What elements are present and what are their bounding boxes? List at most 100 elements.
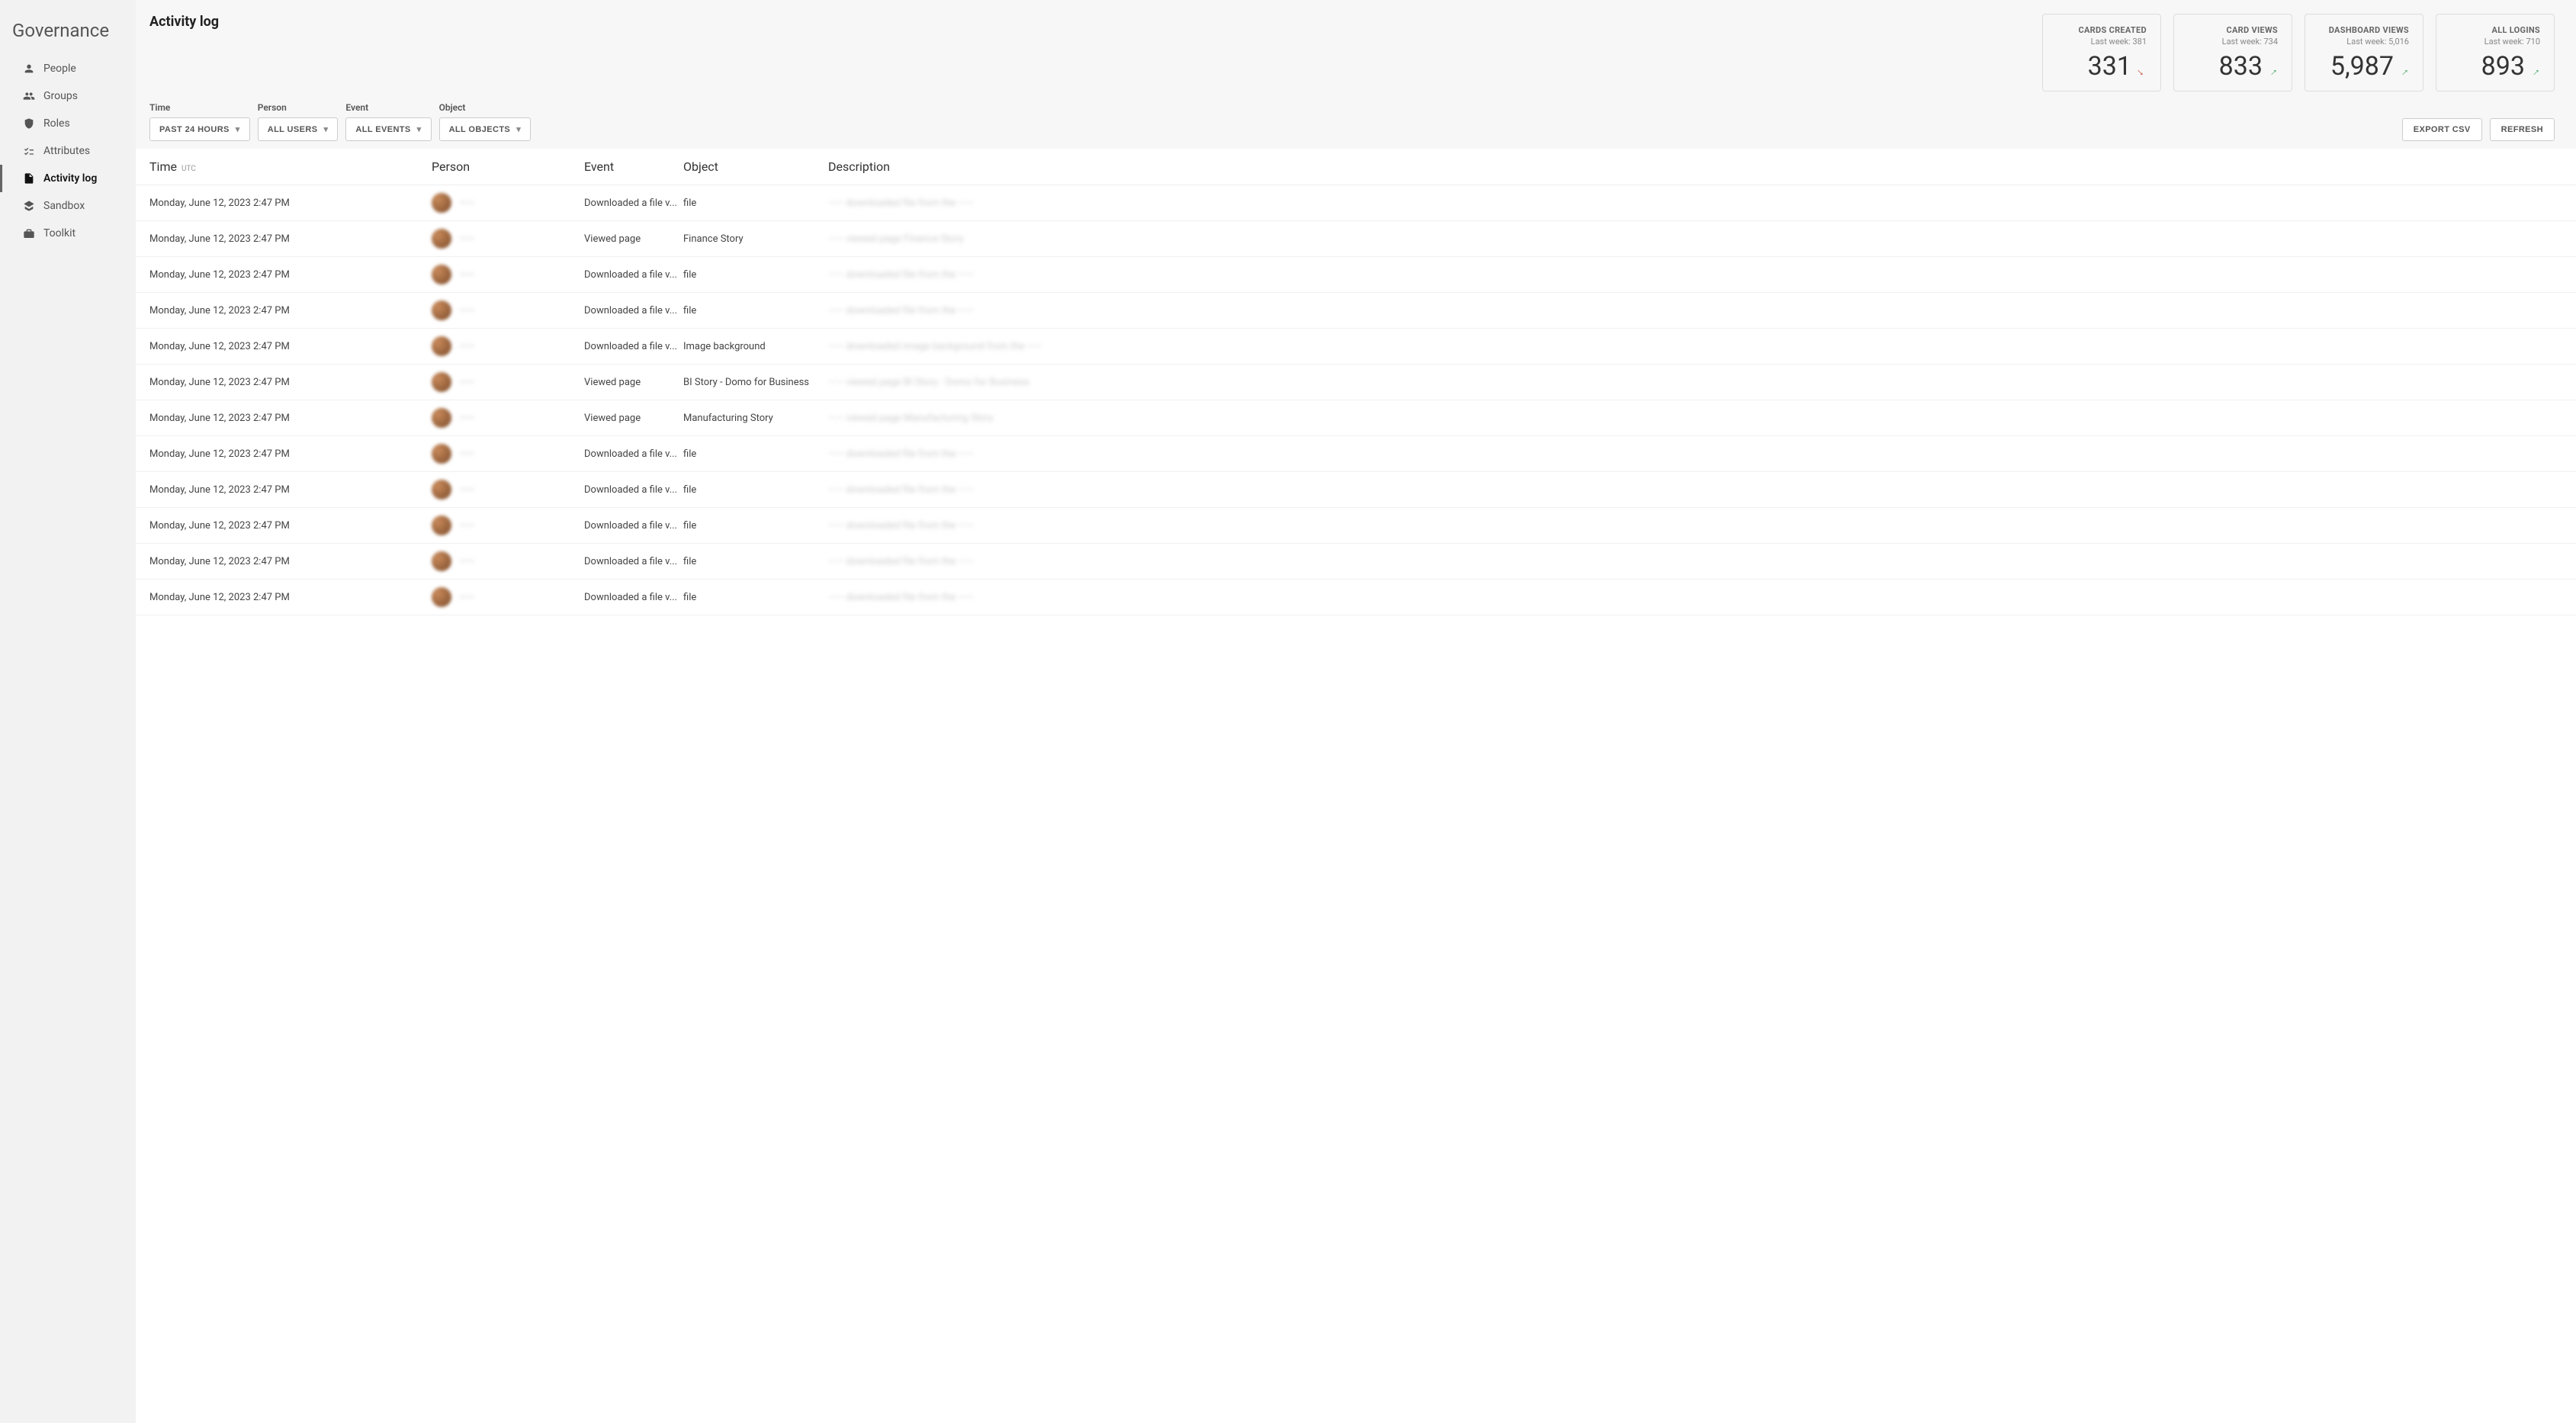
avatar [432, 372, 451, 392]
table-row[interactable]: Monday, June 12, 2023 2:47 PM——Downloade… [136, 185, 2576, 221]
column-header-object[interactable]: Object [683, 159, 828, 174]
table-row[interactable]: Monday, June 12, 2023 2:47 PM——Viewed pa… [136, 365, 2576, 400]
cell-description: —— downloaded file from the —— [828, 305, 2562, 316]
stat-card-views[interactable]: CARD VIEWS Last week: 734 833 → [2173, 14, 2292, 92]
sidebar-item-label: Roles [43, 117, 70, 130]
table-row[interactable]: Monday, June 12, 2023 2:47 PM——Downloade… [136, 329, 2576, 365]
table-header: Time UTC Person Event Object Description [136, 149, 2576, 185]
sidebar-item-label: Activity log [43, 172, 97, 185]
filter-label: Event [345, 102, 431, 113]
person-name: —— [459, 341, 474, 352]
chevron-down-icon: ▾ [323, 124, 328, 134]
sidebar-item-sandbox[interactable]: Sandbox [0, 192, 136, 220]
stat-sublabel: Last week: 381 [2057, 37, 2147, 47]
filter-event-group: Event ALL EVENTS ▾ [345, 102, 431, 141]
cell-object: Image background [683, 341, 828, 352]
stat-cards-created[interactable]: CARDS CREATED Last week: 381 331 → [2042, 14, 2161, 92]
filter-time-dropdown[interactable]: PAST 24 HOURS ▾ [149, 117, 250, 141]
sidebar-item-attributes[interactable]: Attributes [0, 137, 136, 165]
stat-dashboard-views[interactable]: DASHBOARD VIEWS Last week: 5,016 5,987 → [2305, 14, 2423, 92]
stat-sublabel: Last week: 710 [2450, 37, 2540, 47]
cell-event: Downloaded a file v... [584, 448, 683, 460]
person-name: —— [459, 198, 474, 209]
filter-person-group: Person ALL USERS ▾ [258, 102, 339, 141]
stat-value: 5,987 [2330, 51, 2394, 82]
person-name: —— [459, 305, 474, 316]
sidebar-item-label: Groups [43, 90, 78, 102]
filter-event-dropdown[interactable]: ALL EVENTS ▾ [345, 117, 431, 141]
table-row[interactable]: Monday, June 12, 2023 2:47 PM——Viewed pa… [136, 400, 2576, 436]
cell-time: Monday, June 12, 2023 2:47 PM [149, 592, 432, 603]
refresh-button[interactable]: REFRESH [2490, 118, 2555, 141]
person-name: —— [459, 233, 474, 245]
stat-sublabel: Last week: 734 [2188, 37, 2278, 47]
table-row[interactable]: Monday, June 12, 2023 2:47 PM——Viewed pa… [136, 221, 2576, 257]
groups-icon [22, 89, 36, 103]
activity-table[interactable]: Time UTC Person Event Object Description… [136, 149, 2576, 1423]
column-header-event[interactable]: Event [584, 159, 683, 174]
table-row[interactable]: Monday, June 12, 2023 2:47 PM——Downloade… [136, 293, 2576, 329]
stat-value: 893 [2481, 51, 2525, 82]
avatar [432, 551, 451, 571]
cell-description: —— downloaded image background from the … [828, 341, 2562, 352]
cell-person: —— [432, 336, 584, 356]
sidebar-item-label: Attributes [43, 145, 90, 157]
cell-event: Downloaded a file v... [584, 556, 683, 567]
cell-event: Downloaded a file v... [584, 484, 683, 496]
table-row[interactable]: Monday, June 12, 2023 2:47 PM——Downloade… [136, 580, 2576, 615]
stat-label: CARD VIEWS [2188, 25, 2278, 35]
table-row[interactable]: Monday, June 12, 2023 2:47 PM——Downloade… [136, 508, 2576, 544]
avatar [432, 587, 451, 607]
person-name: —— [459, 556, 474, 567]
filter-label: Object [439, 102, 532, 113]
person-name: —— [459, 484, 474, 496]
cell-event: Downloaded a file v... [584, 341, 683, 352]
file-icon [22, 172, 36, 185]
table-row[interactable]: Monday, June 12, 2023 2:47 PM——Downloade… [136, 472, 2576, 508]
sidebar-item-activity-log[interactable]: Activity log [0, 165, 136, 192]
column-header-time[interactable]: Time UTC [149, 159, 432, 174]
cell-object: file [683, 520, 828, 532]
filter-label: Person [258, 102, 339, 113]
avatar [432, 480, 451, 499]
avatar [432, 444, 451, 464]
filter-value: ALL OBJECTS [449, 125, 511, 134]
filter-object-group: Object ALL OBJECTS ▾ [439, 102, 532, 141]
sidebar-item-groups[interactable]: Groups [0, 82, 136, 110]
table-row[interactable]: Monday, June 12, 2023 2:47 PM——Downloade… [136, 436, 2576, 472]
shield-icon [22, 117, 36, 130]
cell-time: Monday, June 12, 2023 2:47 PM [149, 269, 432, 281]
cell-object: file [683, 484, 828, 496]
sidebar-item-toolkit[interactable]: Toolkit [0, 220, 136, 247]
cell-time: Monday, June 12, 2023 2:47 PM [149, 556, 432, 567]
filter-label: Time [149, 102, 250, 113]
person-name: —— [459, 592, 474, 603]
page-title: Activity log [149, 14, 219, 30]
cell-description: —— downloaded file from the —— [828, 520, 2562, 532]
cell-event: Viewed page [584, 233, 683, 245]
stat-all-logins[interactable]: ALL LOGINS Last week: 710 893 → [2436, 14, 2555, 92]
sidebar-item-label: People [43, 63, 76, 75]
filter-person-dropdown[interactable]: ALL USERS ▾ [258, 117, 339, 141]
trend-up-icon: → [2264, 63, 2281, 80]
avatar [432, 408, 451, 428]
main-content: Activity log CARDS CREATED Last week: 38… [136, 0, 2576, 1423]
trend-down-icon: → [2133, 63, 2150, 80]
cell-object: Manufacturing Story [683, 413, 828, 424]
export-csv-button[interactable]: EXPORT CSV [2402, 118, 2482, 141]
avatar [432, 229, 451, 249]
table-row[interactable]: Monday, June 12, 2023 2:47 PM —— Downloade… [136, 544, 2576, 580]
topbar: Activity log CARDS CREATED Last week: 38… [136, 0, 2576, 102]
sidebar-item-roles[interactable]: Roles [0, 110, 136, 137]
cell-event: Downloaded a file v... [584, 305, 683, 316]
sandbox-icon [22, 199, 36, 213]
filter-object-dropdown[interactable]: ALL OBJECTS ▾ [439, 117, 532, 141]
table-row[interactable]: Monday, June 12, 2023 2:47 PM——Downloade… [136, 257, 2576, 293]
cell-description: —— viewed page BI Story - Domo for Busin… [828, 377, 2562, 388]
cell-person: —— [432, 551, 584, 571]
column-header-description[interactable]: Description [828, 159, 2562, 174]
column-header-person[interactable]: Person [432, 159, 584, 174]
sidebar-item-people[interactable]: People [0, 55, 136, 82]
column-label: Time [149, 159, 177, 174]
cell-person: —— [432, 480, 584, 499]
